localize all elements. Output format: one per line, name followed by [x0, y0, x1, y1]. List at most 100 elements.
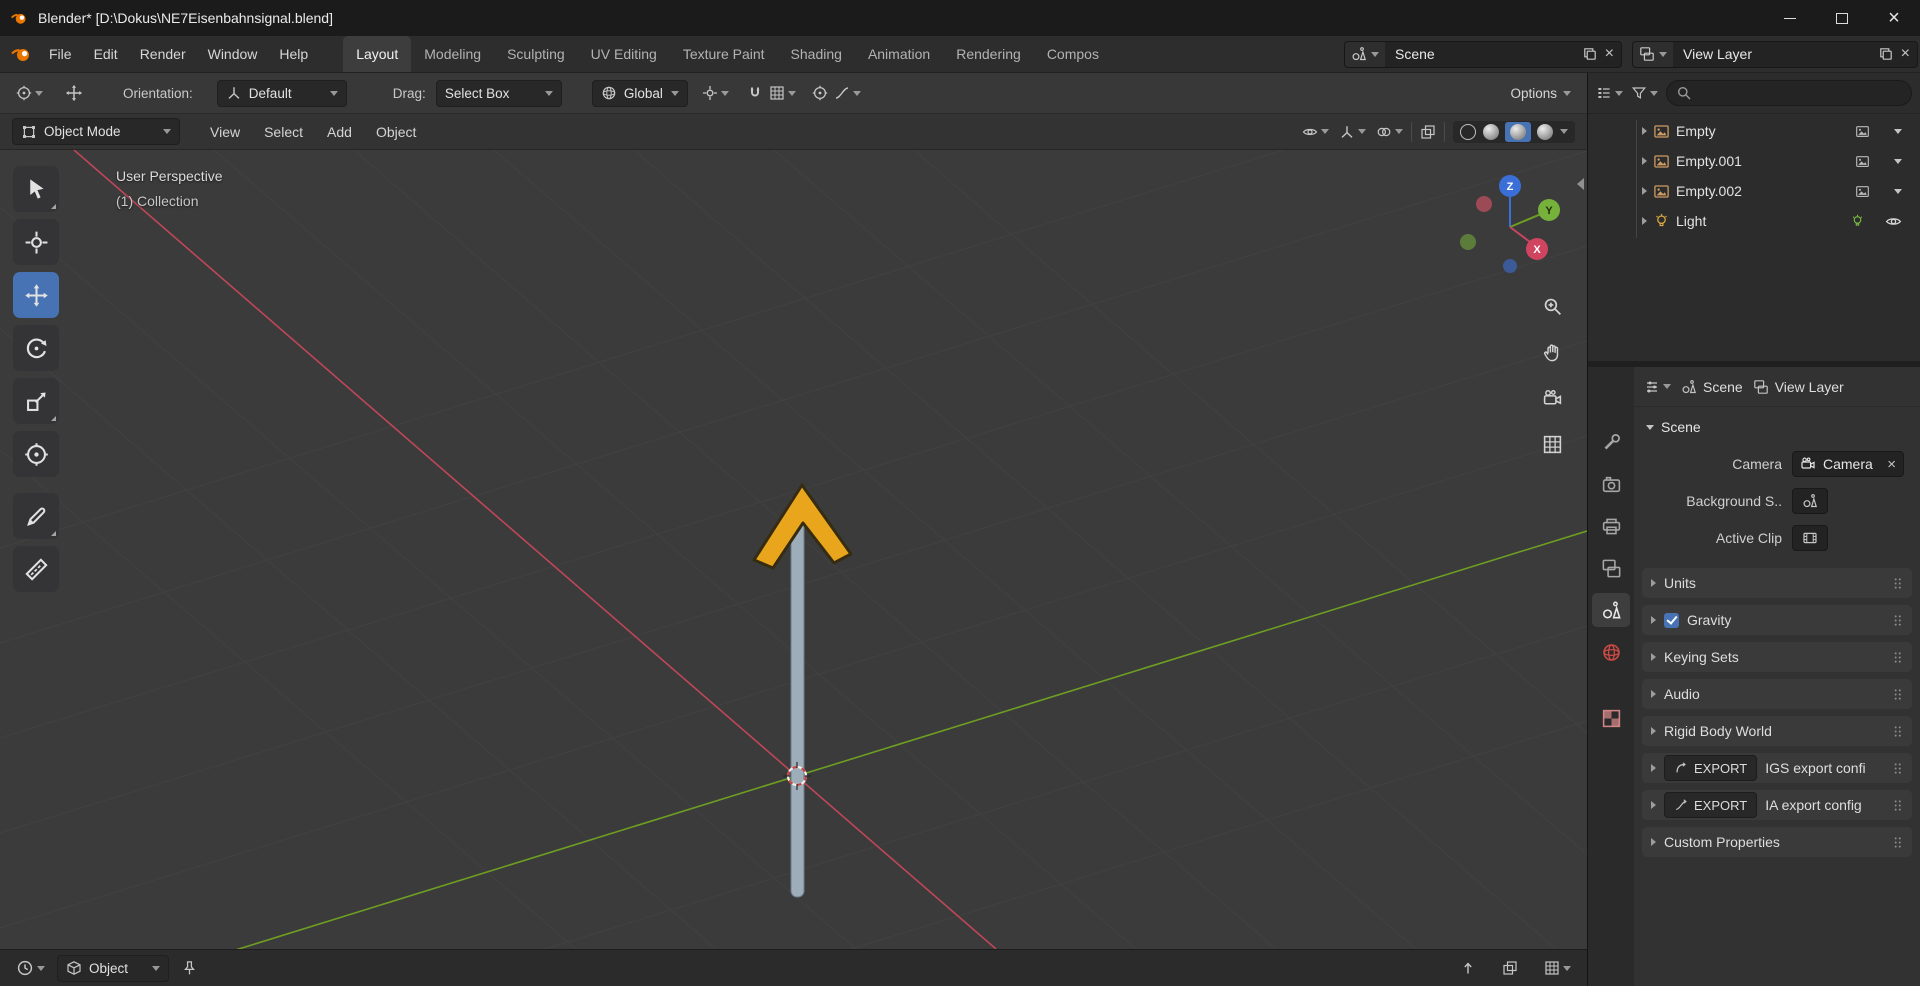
- minimize-button[interactable]: [1764, 0, 1816, 36]
- select-box-tool[interactable]: [13, 166, 59, 212]
- gizmo-neg-x[interactable]: [1476, 196, 1492, 212]
- pivot-point-dropdown[interactable]: [702, 85, 729, 101]
- menu-select[interactable]: Select: [252, 124, 315, 140]
- panel-igs-export[interactable]: EXPORT IGS export confi: [1642, 753, 1912, 783]
- panel-audio[interactable]: Audio: [1642, 679, 1912, 709]
- menu-object[interactable]: Object: [364, 124, 428, 140]
- cursor-tool[interactable]: [13, 219, 59, 265]
- menu-help[interactable]: Help: [268, 36, 319, 72]
- drag-grip-icon[interactable]: [1892, 724, 1903, 739]
- annotate-tool[interactable]: [13, 493, 59, 539]
- active-tool-button[interactable]: [16, 85, 43, 101]
- tab-tool-properties[interactable]: [1592, 425, 1630, 459]
- move-tool[interactable]: [13, 272, 59, 318]
- menu-render[interactable]: Render: [129, 36, 197, 72]
- tab-texture-paint[interactable]: Texture Paint: [670, 36, 778, 72]
- overlays-dropdown[interactable]: [1376, 124, 1403, 140]
- tab-compositing[interactable]: Compos: [1034, 36, 1112, 72]
- rotate-tool[interactable]: [13, 325, 59, 371]
- visibility-dropdown[interactable]: [1302, 124, 1329, 140]
- region-collapse-arrow[interactable]: [1577, 178, 1584, 190]
- shading-rendered-button[interactable]: [1537, 124, 1553, 140]
- gizmo-neg-y[interactable]: [1460, 234, 1476, 250]
- camera-view-icon[interactable]: [1538, 384, 1566, 412]
- close-button[interactable]: ×: [1868, 0, 1920, 36]
- active-clip-button[interactable]: [1792, 525, 1828, 551]
- options-dropdown[interactable]: Options: [1510, 86, 1571, 101]
- proportional-falloff-dropdown[interactable]: [834, 85, 861, 101]
- tab-sculpting[interactable]: Sculpting: [494, 36, 578, 72]
- camera-field[interactable]: Camera ×: [1792, 451, 1904, 477]
- gizmos-dropdown[interactable]: [1339, 124, 1366, 140]
- outliner-row-empty-001[interactable]: Empty.001: [1588, 146, 1920, 176]
- shading-material-button[interactable]: [1505, 122, 1531, 142]
- navigation-gizmo[interactable]: Z Y X: [1460, 175, 1560, 273]
- snap-grid-dropdown[interactable]: [1544, 960, 1571, 976]
- eye-icon[interactable]: [1885, 213, 1902, 230]
- clear-camera-icon[interactable]: ×: [1887, 456, 1896, 473]
- orientation-select[interactable]: Default: [217, 80, 347, 107]
- gizmo-neg-z[interactable]: [1503, 259, 1517, 273]
- menu-view[interactable]: View: [198, 124, 252, 140]
- scene-browse-button[interactable]: [1345, 42, 1385, 67]
- transform-orientation-select[interactable]: Global: [592, 80, 688, 107]
- menu-window[interactable]: Window: [197, 36, 269, 72]
- scene-panel-header[interactable]: Scene: [1634, 412, 1920, 442]
- gravity-checkbox[interactable]: [1664, 613, 1679, 628]
- tab-render-properties[interactable]: [1592, 467, 1630, 501]
- igs-export-button[interactable]: EXPORT: [1664, 755, 1757, 781]
- pan-hand-icon[interactable]: [1538, 338, 1566, 366]
- properties-editor-type-dropdown[interactable]: [1644, 379, 1671, 395]
- mode-select[interactable]: Object Mode: [12, 118, 180, 145]
- tab-world-properties[interactable]: [1592, 635, 1630, 669]
- tab-shading[interactable]: Shading: [778, 36, 855, 72]
- tab-scene-properties[interactable]: [1592, 593, 1630, 627]
- pin-icon[interactable]: [181, 960, 198, 977]
- tab-output-properties[interactable]: [1592, 509, 1630, 543]
- tab-rendering[interactable]: Rendering: [943, 36, 1034, 72]
- xray-toggle[interactable]: [1420, 124, 1436, 140]
- snap-settings-dropdown[interactable]: [769, 85, 796, 101]
- view-layer-name[interactable]: View Layer: [1673, 46, 1878, 62]
- shading-wireframe-button[interactable]: [1460, 124, 1476, 140]
- tab-modeling[interactable]: Modeling: [411, 36, 494, 72]
- transform-tool[interactable]: [13, 431, 59, 477]
- new-view-layer-copy-icon[interactable]: [1878, 46, 1894, 62]
- menu-add[interactable]: Add: [315, 124, 364, 140]
- shading-dropdown[interactable]: [1560, 129, 1568, 134]
- breadcrumb-scene[interactable]: Scene: [1681, 379, 1743, 395]
- maximize-button[interactable]: [1816, 0, 1868, 36]
- tab-uv-editing[interactable]: UV Editing: [578, 36, 670, 72]
- panel-rigid-body-world[interactable]: Rigid Body World: [1642, 716, 1912, 746]
- viewport-3d[interactable]: Z Y X User Perspective (1) Collection: [0, 150, 1587, 949]
- measure-tool[interactable]: [13, 546, 59, 592]
- collapse-toggle-icon[interactable]: [1894, 189, 1902, 194]
- tab-animation[interactable]: Animation: [855, 36, 943, 72]
- outliner-row-empty-002[interactable]: Empty.002: [1588, 176, 1920, 206]
- drag-grip-icon[interactable]: [1892, 798, 1903, 813]
- drag-select[interactable]: Select Box: [436, 80, 562, 107]
- editor-type-dropdown[interactable]: [16, 959, 45, 977]
- panel-gravity[interactable]: Gravity: [1642, 605, 1912, 635]
- drag-grip-icon[interactable]: [1892, 576, 1903, 591]
- menu-edit[interactable]: Edit: [83, 36, 129, 72]
- outliner-filter-dropdown[interactable]: [1631, 85, 1658, 101]
- new-scene-copy-icon[interactable]: [1582, 46, 1598, 62]
- scene-name[interactable]: Scene: [1385, 46, 1582, 62]
- proportional-editing-toggle[interactable]: [812, 85, 828, 101]
- panel-ia-export[interactable]: EXPORT IA export config: [1642, 790, 1912, 820]
- unlink-scene-icon[interactable]: ×: [1598, 45, 1621, 63]
- drag-grip-icon[interactable]: [1892, 613, 1903, 628]
- drag-grip-icon[interactable]: [1892, 761, 1903, 776]
- drag-grip-icon[interactable]: [1892, 835, 1903, 850]
- tab-layout[interactable]: Layout: [343, 36, 411, 72]
- outliner-search-input[interactable]: [1666, 80, 1912, 106]
- panel-units[interactable]: Units: [1642, 568, 1912, 598]
- view-layer-browse-button[interactable]: [1633, 42, 1673, 67]
- panel-keying-sets[interactable]: Keying Sets: [1642, 642, 1912, 672]
- signal-pole-object[interactable]: [791, 496, 804, 897]
- shading-solid-button[interactable]: [1483, 124, 1499, 140]
- copy-overlap-icon[interactable]: [1502, 960, 1518, 976]
- outliner-display-mode-dropdown[interactable]: [1596, 85, 1623, 101]
- background-set-button[interactable]: [1792, 488, 1828, 514]
